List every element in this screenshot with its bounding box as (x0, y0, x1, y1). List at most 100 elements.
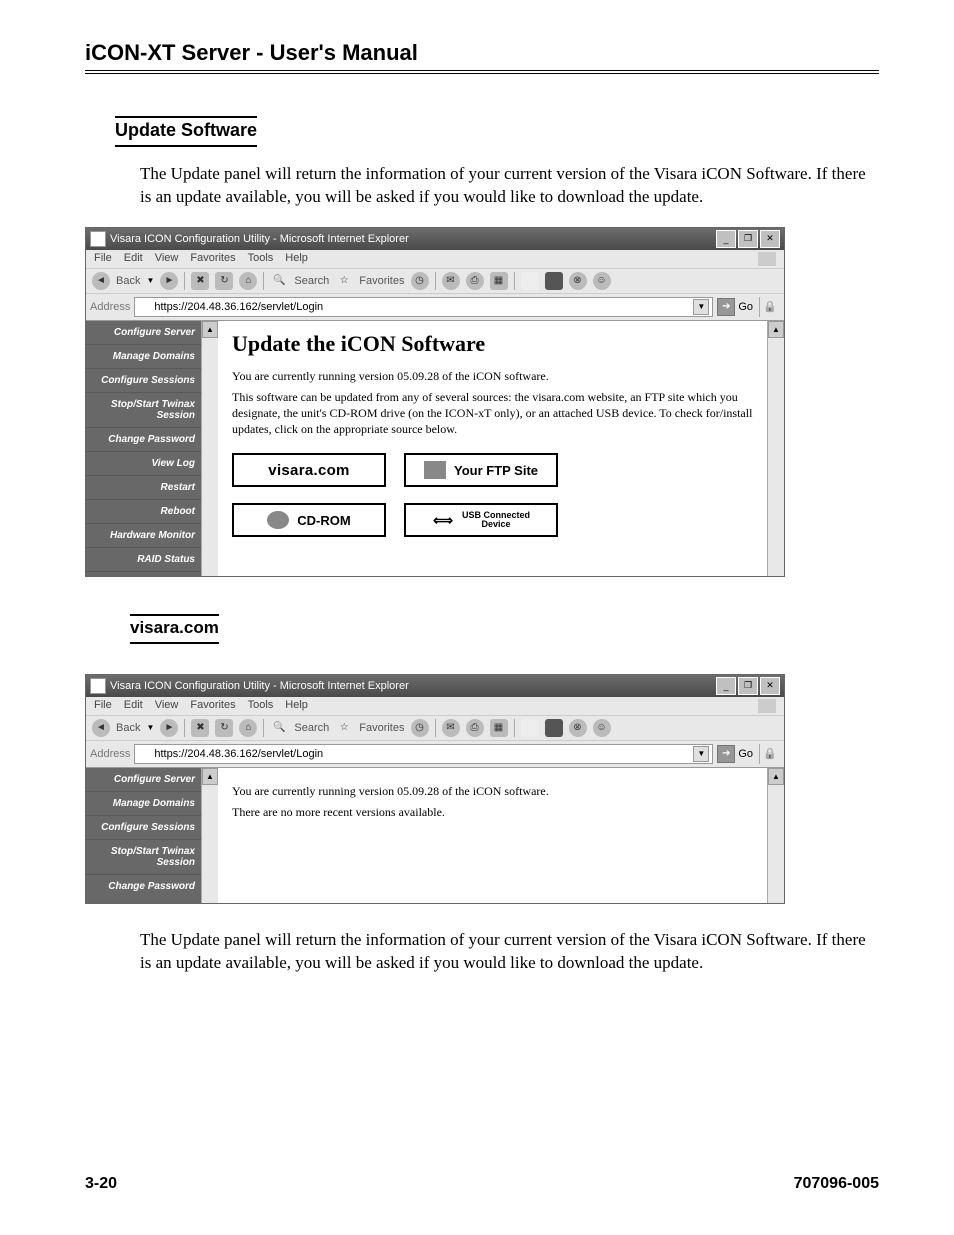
edit-icon[interactable]: ▦ (490, 719, 508, 737)
back-dropdown-icon[interactable]: ▼ (146, 723, 154, 732)
back-icon[interactable]: ◄ (92, 719, 110, 737)
cdrom-button[interactable]: CD-ROM (232, 503, 386, 537)
search-label[interactable]: Search (294, 275, 329, 287)
back-dropdown-icon[interactable]: ▼ (146, 276, 154, 285)
home-icon[interactable]: ⌂ (239, 272, 257, 290)
scroll-up-icon[interactable]: ▲ (202, 321, 218, 338)
favorites-icon[interactable]: ☆ (335, 719, 353, 737)
close-button[interactable]: ✕ (760, 677, 780, 695)
sidebar-item-port-status[interactable]: Port Status (86, 572, 201, 595)
sidebar-item-change-password[interactable]: Change Password (86, 875, 201, 898)
messenger-icon[interactable]: ☺ (593, 272, 611, 290)
go-arrow-icon: ➔ (717, 745, 735, 763)
go-button[interactable]: ➔ Go (717, 745, 753, 763)
main-scroll-up-icon[interactable]: ▲ (768, 321, 784, 338)
stop-icon[interactable]: ✖ (191, 719, 209, 737)
back-label[interactable]: Back (116, 722, 140, 734)
sidebar-item-raid-status[interactable]: RAID Status (86, 548, 201, 572)
sidebar-item-restart[interactable]: Restart (86, 476, 201, 500)
tool-icon-2[interactable] (545, 719, 563, 737)
refresh-icon[interactable]: ↻ (215, 719, 233, 737)
links-icon[interactable]: 🔒 (759, 297, 780, 317)
address-input[interactable]: https://204.48.36.162/servlet/Login ▼ (134, 744, 713, 764)
back-icon[interactable]: ◄ (92, 272, 110, 290)
mail-icon[interactable]: ✉ (442, 719, 460, 737)
ftp-label: Your FTP Site (454, 463, 538, 478)
update-sources-text: This software can be updated from any of… (232, 390, 753, 437)
sidebar-scrollbar[interactable]: ▲ (201, 321, 218, 576)
tool-icon-1[interactable] (521, 719, 539, 737)
tool-icon-3[interactable]: ⊗ (569, 719, 587, 737)
address-dropdown-icon[interactable]: ▼ (693, 746, 709, 762)
sidebar-item-configure-sessions[interactable]: Configure Sessions (86, 816, 201, 840)
menu-tools[interactable]: Tools (248, 252, 274, 266)
forward-icon[interactable]: ► (160, 719, 178, 737)
forward-icon[interactable]: ► (160, 272, 178, 290)
sidebar-item-hardware-monitor[interactable]: Hardware Monitor (86, 524, 201, 548)
menu-view[interactable]: View (155, 252, 179, 266)
sidebar-item-configure-server[interactable]: Configure Server (86, 321, 201, 345)
menu-edit[interactable]: Edit (124, 699, 143, 713)
main-scrollbar-2[interactable]: ▲ (767, 768, 784, 903)
document-title: iCON-XT Server - User's Manual (85, 40, 879, 66)
menu-tools[interactable]: Tools (248, 699, 274, 713)
menu-help[interactable]: Help (285, 699, 308, 713)
scroll-up-icon[interactable]: ▲ (202, 768, 218, 785)
sidebar-item-configure-sessions[interactable]: Configure Sessions (86, 369, 201, 393)
menu-file[interactable]: File (94, 252, 112, 266)
ftp-site-button[interactable]: Your FTP Site (404, 453, 558, 487)
menu-help[interactable]: Help (285, 252, 308, 266)
menu-favorites[interactable]: Favorites (190, 699, 235, 713)
address-dropdown-icon[interactable]: ▼ (693, 299, 709, 315)
favorites-label[interactable]: Favorites (359, 722, 404, 734)
main-scroll-up-icon[interactable]: ▲ (768, 768, 784, 785)
menu-favorites[interactable]: Favorites (190, 252, 235, 266)
mail-icon[interactable]: ✉ (442, 272, 460, 290)
search-label[interactable]: Search (294, 722, 329, 734)
tool-icon-1[interactable] (521, 272, 539, 290)
menu-edit[interactable]: Edit (124, 252, 143, 266)
search-icon[interactable]: 🔍 (270, 272, 288, 290)
sidebar-item-change-password[interactable]: Change Password (86, 428, 201, 452)
addressbar: Address https://204.48.36.162/servlet/Lo… (86, 294, 784, 321)
visara-com-button[interactable]: visara.com (232, 453, 386, 487)
links-icon[interactable]: 🔒 (759, 744, 780, 764)
back-label[interactable]: Back (116, 275, 140, 287)
sidebar-item-manage-domains[interactable]: Manage Domains (86, 345, 201, 369)
menu-file[interactable]: File (94, 699, 112, 713)
minimize-button[interactable]: _ (716, 230, 736, 248)
history-icon[interactable]: ◷ (411, 719, 429, 737)
messenger-icon[interactable]: ☺ (593, 719, 611, 737)
sidebar-item-view-log[interactable]: View Log (86, 452, 201, 476)
print-icon[interactable]: ⎙ (466, 719, 484, 737)
favorites-label[interactable]: Favorites (359, 275, 404, 287)
address-input[interactable]: https://204.48.36.162/servlet/Login ▼ (134, 297, 713, 317)
stop-icon[interactable]: ✖ (191, 272, 209, 290)
tool-icon-3[interactable]: ⊗ (569, 272, 587, 290)
usb-label: USB ConnectedDevice (462, 511, 530, 529)
main-scrollbar[interactable]: ▲ (767, 321, 784, 576)
minimize-button[interactable]: _ (716, 677, 736, 695)
sidebar-item-manage-domains[interactable]: Manage Domains (86, 792, 201, 816)
menu-view[interactable]: View (155, 699, 179, 713)
edit-icon[interactable]: ▦ (490, 272, 508, 290)
tool-icon-2[interactable] (545, 272, 563, 290)
maximize-button[interactable]: ❐ (738, 230, 758, 248)
favorites-icon[interactable]: ☆ (335, 272, 353, 290)
sidebar-item-configure-server[interactable]: Configure Server (86, 768, 201, 792)
cdrom-icon (267, 511, 289, 529)
toolbar-2: ◄ Back ▼ ► ✖ ↻ ⌂ 🔍 Search ☆ Favorites ◷ … (86, 715, 784, 741)
maximize-button[interactable]: ❐ (738, 677, 758, 695)
sidebar-item-reboot[interactable]: Reboot (86, 500, 201, 524)
usb-device-button[interactable]: ⟺ USB ConnectedDevice (404, 503, 558, 537)
close-button[interactable]: ✕ (760, 230, 780, 248)
home-icon[interactable]: ⌂ (239, 719, 257, 737)
history-icon[interactable]: ◷ (411, 272, 429, 290)
go-button[interactable]: ➔ Go (717, 298, 753, 316)
sidebar-scrollbar-2[interactable]: ▲ (201, 768, 218, 903)
search-icon[interactable]: 🔍 (270, 719, 288, 737)
sidebar-item-twinax-session[interactable]: Stop/Start Twinax Session (86, 840, 201, 875)
print-icon[interactable]: ⎙ (466, 272, 484, 290)
refresh-icon[interactable]: ↻ (215, 272, 233, 290)
sidebar-item-twinax-session[interactable]: Stop/Start Twinax Session (86, 393, 201, 428)
